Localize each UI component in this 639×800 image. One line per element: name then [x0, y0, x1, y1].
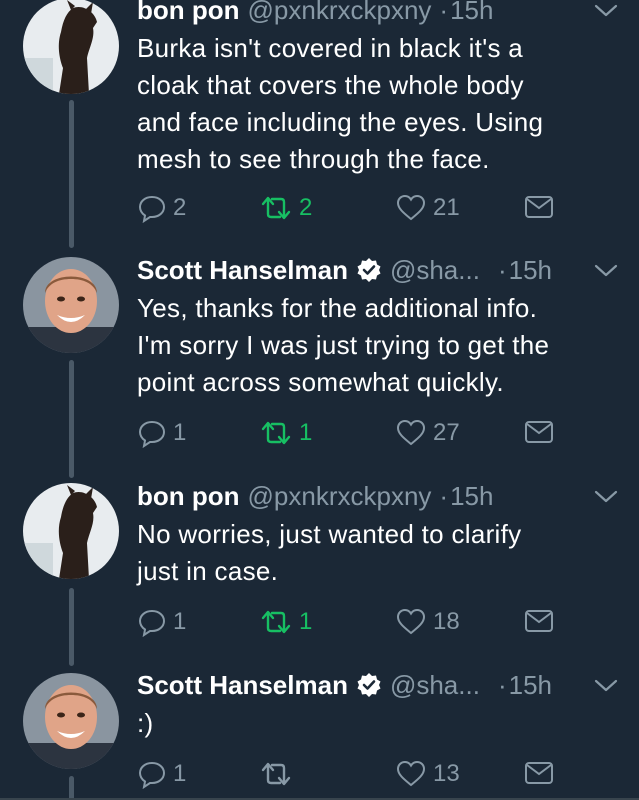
like-button[interactable]: 13 — [395, 759, 460, 789]
reply-count: 1 — [173, 760, 187, 787]
avatar[interactable] — [23, 483, 119, 579]
tweet[interactable]: Scott Hanselman @sha... · 15h Yes, thank… — [0, 240, 639, 470]
tweet-header: Scott Hanselman @sha... · 15h — [137, 252, 619, 288]
retweet-button[interactable]: 1 — [259, 418, 312, 448]
tweet-text: :) — [137, 705, 619, 742]
tweet-header: bon pon @pxnkrxckpxny · 15h — [137, 0, 619, 28]
timestamp[interactable]: 15h — [450, 0, 493, 26]
author-name[interactable]: Scott Hanselman — [137, 255, 348, 286]
verified-badge-icon — [356, 257, 382, 283]
tweet-text-line: cloak that covers the whole body — [137, 70, 524, 100]
reply-button[interactable]: 1 — [137, 418, 186, 448]
tweet-actions: 1 1 18 — [137, 607, 577, 647]
author-name[interactable]: bon pon — [137, 0, 240, 26]
timestamp[interactable]: 15h — [450, 481, 493, 512]
tweet[interactable]: bon pon @pxnkrxckpxny · 15h No worries, … — [0, 470, 639, 660]
tweet-text: No worries, just wanted to clarify just … — [137, 516, 619, 590]
like-button[interactable]: 27 — [395, 418, 460, 448]
heart-icon — [395, 759, 427, 789]
envelope-icon — [523, 607, 555, 635]
like-count: 27 — [433, 419, 460, 446]
tweet-text-line: point across somewhat quickly. — [137, 367, 504, 397]
chevron-down-icon[interactable] — [593, 482, 619, 513]
separator-dot: · — [497, 669, 507, 700]
retweet-icon — [259, 193, 293, 223]
tweet-actions: 2 2 21 — [137, 193, 577, 233]
tweet-text-line: and face including the eyes. Using — [137, 107, 544, 137]
retweet-button[interactable]: 1 — [259, 607, 312, 637]
verified-badge-icon — [356, 672, 382, 698]
message-button[interactable] — [523, 193, 555, 221]
heart-icon — [395, 607, 427, 637]
separator-dot: · — [439, 0, 449, 25]
avatar[interactable] — [23, 257, 119, 353]
tweet-text-line: mesh to see through the face. — [137, 144, 490, 174]
retweet-count: 2 — [299, 194, 313, 221]
chevron-down-icon[interactable] — [593, 671, 619, 702]
separator-dot: · — [439, 480, 449, 511]
tweet-header: Scott Hanselman @sha... · 15h — [137, 667, 619, 703]
reply-count: 2 — [173, 194, 187, 221]
reply-icon — [137, 607, 167, 637]
retweet-icon — [259, 759, 293, 789]
like-count: 13 — [433, 760, 460, 787]
separator-dot: · — [497, 254, 507, 285]
envelope-icon — [523, 759, 555, 787]
reply-count: 1 — [173, 608, 187, 635]
like-count: 18 — [433, 608, 460, 635]
timestamp[interactable]: 15h — [509, 255, 552, 286]
tweet-text-line: :) — [137, 708, 154, 738]
message-button[interactable] — [523, 759, 555, 787]
tweet-actions: 1 13 — [137, 759, 577, 799]
author-handle[interactable]: @pxnkrxckpxny — [248, 481, 432, 512]
like-button[interactable]: 18 — [395, 607, 460, 637]
avatar[interactable] — [23, 0, 119, 94]
reply-icon — [137, 418, 167, 448]
like-button[interactable]: 21 — [395, 193, 460, 223]
envelope-icon — [523, 193, 555, 221]
message-button[interactable] — [523, 418, 555, 446]
reply-button[interactable]: 1 — [137, 607, 186, 637]
chevron-down-icon[interactable] — [593, 0, 619, 27]
tweet-text: Burka isn't covered in black it's a cloa… — [137, 30, 619, 178]
tweet-text: Yes, thanks for the additional info. I'm… — [137, 290, 619, 401]
reply-button[interactable]: 2 — [137, 193, 186, 223]
avatar[interactable] — [23, 673, 119, 769]
author-handle[interactable]: @pxnkrxckpxny — [248, 0, 432, 26]
tweet-text-line: just in case. — [137, 556, 279, 586]
tweet-text-line: Burka isn't covered in black it's a — [137, 33, 524, 63]
retweet-count: 1 — [299, 608, 313, 635]
reply-count: 1 — [173, 419, 187, 446]
retweet-button[interactable]: 2 — [259, 193, 312, 223]
tweet[interactable]: Scott Hanselman @sha... · 15h :) 1 13 — [0, 660, 639, 800]
message-button[interactable] — [523, 607, 555, 635]
heart-icon — [395, 418, 427, 448]
author-name[interactable]: Scott Hanselman — [137, 670, 348, 701]
tweet[interactable]: bon pon @pxnkrxckpxny · 15h Burka isn't … — [0, 0, 639, 240]
tweet-actions: 1 1 27 — [137, 418, 577, 458]
retweet-button[interactable] — [259, 759, 299, 789]
tweet-text-line: Yes, thanks for the additional info. — [137, 293, 538, 323]
reply-button[interactable]: 1 — [137, 759, 186, 789]
tweet-text-line: No worries, just wanted to clarify — [137, 519, 522, 549]
author-handle[interactable]: @sha... — [390, 255, 480, 286]
author-handle[interactable]: @sha... — [390, 670, 480, 701]
like-count: 21 — [433, 194, 460, 221]
retweet-count: 1 — [299, 419, 313, 446]
tweet-header: bon pon @pxnkrxckpxny · 15h — [137, 478, 619, 514]
timestamp[interactable]: 15h — [509, 670, 552, 701]
retweet-icon — [259, 418, 293, 448]
heart-icon — [395, 193, 427, 223]
retweet-icon — [259, 607, 293, 637]
author-name[interactable]: bon pon — [137, 481, 240, 512]
chevron-down-icon[interactable] — [593, 256, 619, 287]
reply-icon — [137, 193, 167, 223]
tweet-text-line: I'm sorry I was just trying to get the — [137, 330, 550, 360]
envelope-icon — [523, 418, 555, 446]
reply-icon — [137, 759, 167, 789]
